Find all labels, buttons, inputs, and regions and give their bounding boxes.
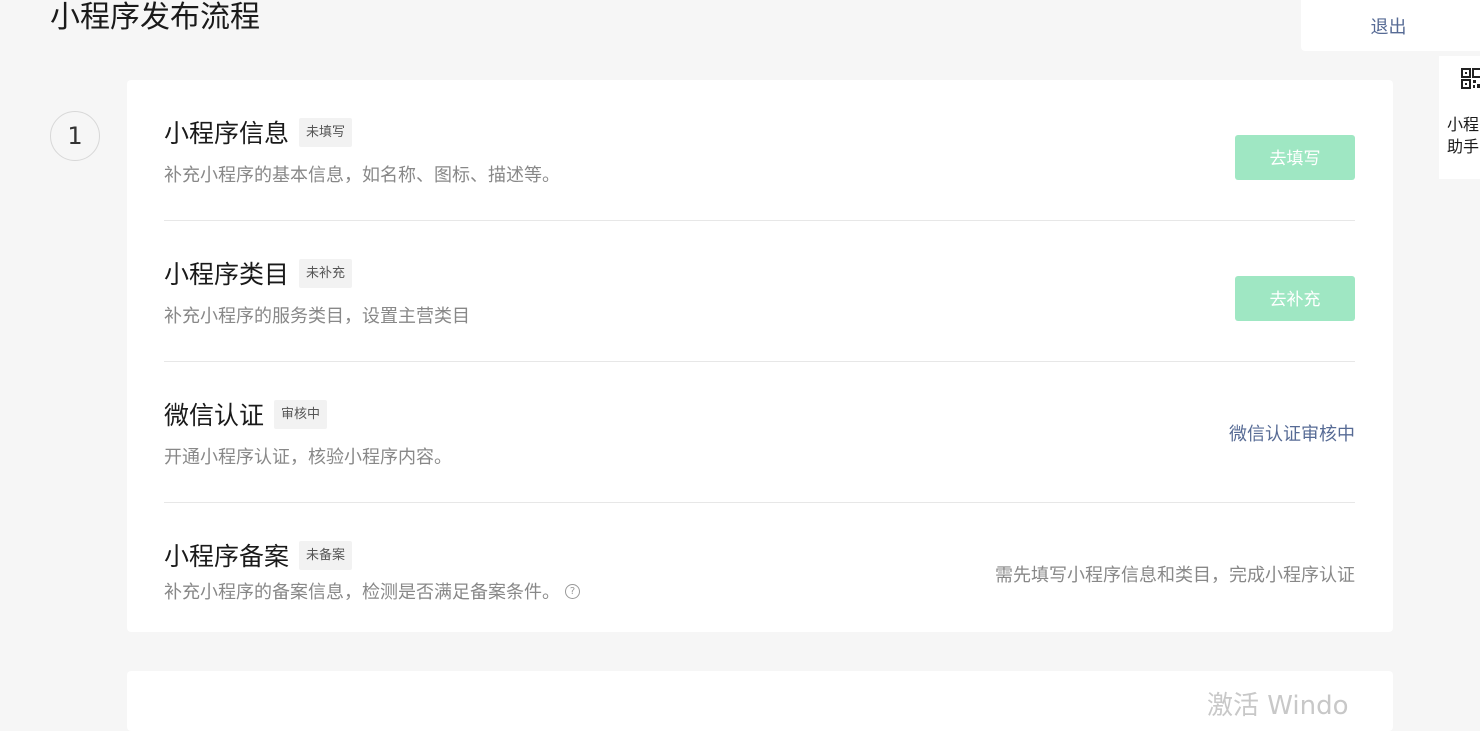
row-description: 补充小程序的服务类目，设置主营类目 — [164, 306, 470, 327]
row-title-text: 小程序信息 — [164, 119, 290, 148]
page-title: 小程序发布流程 — [50, 0, 260, 35]
fill-info-button[interactable]: 去填写 — [1235, 135, 1355, 180]
row-description: 补充小程序的备案信息，检测是否满足备案条件。 ? — [164, 578, 580, 604]
mini-program-helper-panel[interactable]: 小程 助手 — [1439, 56, 1480, 179]
next-step-card: 激活 Windo — [127, 671, 1393, 731]
row-mini-program-category: 小程序类目 未补充 补充小程序的服务类目，设置主营类目 去补充 — [164, 221, 1355, 362]
helper-label: 小程 助手 — [1447, 115, 1480, 156]
step-card: 小程序信息 未填写 补充小程序的基本信息，如名称、图标、描述等。 去填写 小程序… — [127, 80, 1393, 632]
logout-panel: 退出 — [1301, 0, 1480, 51]
row-title: 小程序类目 未补充 — [164, 255, 353, 291]
verification-status-link[interactable]: 微信认证审核中 — [1229, 420, 1355, 446]
row-mini-program-info: 小程序信息 未填写 补充小程序的基本信息，如名称、图标、描述等。 去填写 — [164, 80, 1355, 221]
status-badge: 未备案 — [299, 540, 353, 570]
qr-code-icon — [1461, 68, 1480, 89]
add-category-button[interactable]: 去补充 — [1235, 276, 1355, 321]
logout-link[interactable]: 退出 — [1371, 13, 1407, 39]
row-description-text: 补充小程序的备案信息，检测是否满足备案条件。 — [164, 582, 560, 603]
row-mini-program-filing: 小程序备案 未备案 补充小程序的备案信息，检测是否满足备案条件。 ? 需先填写小… — [164, 503, 1355, 633]
filing-prerequisite-text: 需先填写小程序信息和类目，完成小程序认证 — [995, 565, 1355, 586]
row-description: 补充小程序的基本信息，如名称、图标、描述等。 — [164, 165, 560, 186]
row-wechat-verification: 微信认证 审核中 开通小程序认证，核验小程序内容。 微信认证审核中 — [164, 362, 1355, 503]
windows-activation-watermark: 激活 Windo — [1207, 691, 1349, 721]
step-number-badge: 1 — [50, 111, 100, 161]
help-circle-icon[interactable]: ? — [565, 583, 580, 599]
status-badge: 未补充 — [299, 258, 353, 288]
row-description: 开通小程序认证，核验小程序内容。 — [164, 447, 452, 468]
row-title: 小程序信息 未填写 — [164, 114, 353, 150]
row-title-text: 小程序备案 — [164, 542, 290, 571]
row-title: 微信认证 审核中 — [164, 396, 328, 432]
status-badge: 审核中 — [274, 399, 328, 429]
row-title-text: 微信认证 — [164, 401, 265, 430]
status-badge: 未填写 — [299, 117, 353, 147]
row-title-text: 小程序类目 — [164, 260, 290, 289]
row-title: 小程序备案 未备案 — [164, 537, 353, 573]
